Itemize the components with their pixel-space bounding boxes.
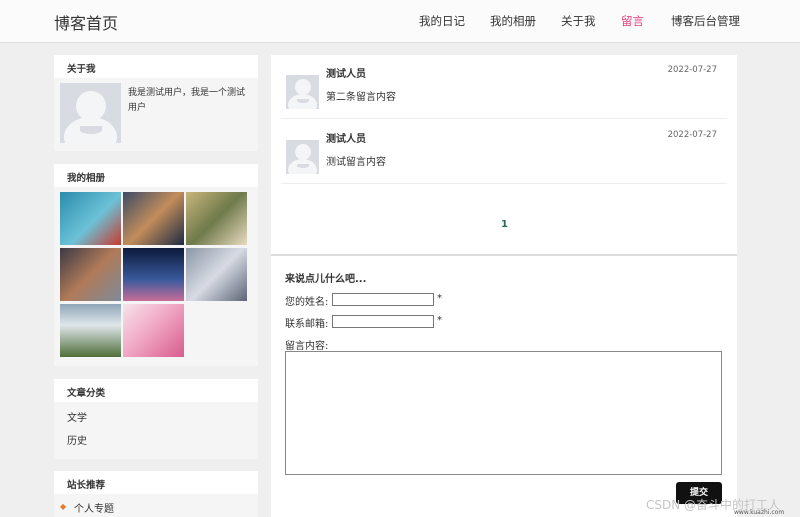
category-item-literature[interactable]: 文学: [67, 409, 87, 424]
main-nav: 我的日记 我的相册 关于我 留言 博客后台管理: [0, 13, 800, 33]
message-textarea[interactable]: [285, 351, 722, 475]
avatar: [60, 83, 121, 143]
album-photo[interactable]: [123, 248, 184, 301]
message-date: 2022-07-27: [667, 65, 717, 75]
recommend-item[interactable]: 个人专题: [74, 500, 114, 515]
recommend-panel-title: 站长推荐: [54, 471, 258, 494]
message-item: 测试人员 2022-07-27 测试留言内容: [281, 120, 727, 184]
album-photo[interactable]: [186, 248, 247, 301]
album-photo[interactable]: [60, 192, 121, 245]
message-content: 第二条留言内容: [326, 92, 396, 103]
album-panel: 我的相册: [54, 164, 258, 366]
album-photo[interactable]: [123, 304, 184, 357]
bullet-icon: ◆: [60, 502, 67, 511]
message-content: 测试留言内容: [326, 157, 386, 168]
email-label: 联系邮箱:: [285, 319, 329, 330]
categories-panel: 文章分类 文学 历史: [54, 379, 258, 459]
categories-panel-title: 文章分类: [54, 379, 258, 402]
message-avatar: [286, 75, 319, 109]
message-date: 2022-07-27: [667, 130, 717, 140]
form-title: 来说点儿什么吧...: [285, 274, 367, 285]
message-author: 测试人员: [326, 134, 366, 145]
album-photo[interactable]: [60, 304, 121, 357]
category-item-history[interactable]: 历史: [67, 432, 87, 447]
guestbook-main: 测试人员 2022-07-27 第二条留言内容 测试人员 2022-07-27 …: [271, 55, 737, 517]
site-watermark: www.kuazhi.com: [734, 509, 785, 516]
nav-item-admin[interactable]: 博客后台管理: [671, 13, 740, 29]
message-author: 测试人员: [326, 69, 366, 80]
message-avatar: [286, 140, 319, 174]
pagination-current-page[interactable]: 1: [501, 219, 508, 230]
album-photo[interactable]: [123, 192, 184, 245]
nav-item-album[interactable]: 我的相册: [490, 13, 536, 29]
message-item: 测试人员 2022-07-27 第二条留言内容: [281, 55, 727, 119]
email-input[interactable]: [332, 315, 434, 328]
nav-item-guestbook[interactable]: 留言: [621, 13, 644, 29]
album-photo[interactable]: [186, 192, 247, 245]
album-photo[interactable]: [60, 248, 121, 301]
about-panel-title: 关于我: [54, 55, 258, 78]
section-divider: [271, 254, 737, 256]
top-header: 博客首页 我的日记 我的相册 关于我 留言 博客后台管理: [0, 0, 800, 43]
name-input[interactable]: [332, 293, 434, 306]
name-label: 您的姓名:: [285, 297, 329, 308]
album-panel-title: 我的相册: [54, 164, 258, 187]
recommend-panel: 站长推荐 ◆ 个人专题: [54, 471, 258, 517]
content-label: 留言内容:: [285, 341, 329, 352]
required-mark: *: [437, 293, 442, 304]
about-panel: 关于我 我是测试用户，我是一个测试用户: [54, 55, 258, 151]
nav-item-diary[interactable]: 我的日记: [419, 13, 465, 29]
about-description: 我是测试用户，我是一个测试用户: [128, 88, 246, 113]
required-mark: *: [437, 315, 442, 326]
nav-item-about[interactable]: 关于我: [561, 13, 596, 29]
